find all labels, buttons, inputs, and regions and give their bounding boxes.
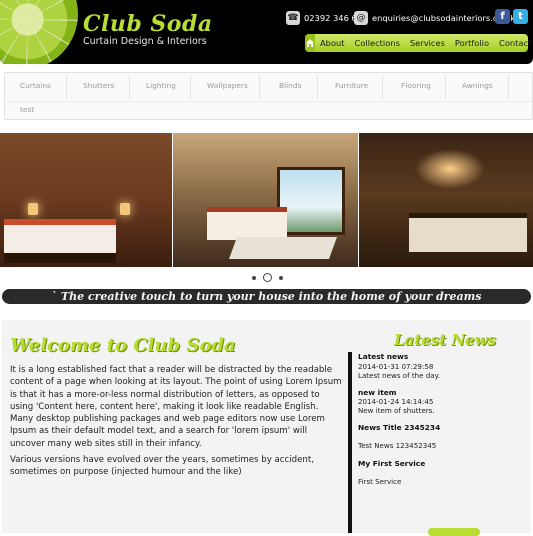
- lamp-graphic: [120, 203, 130, 215]
- twitter-icon[interactable]: t: [513, 9, 528, 24]
- more-button[interactable]: [428, 528, 480, 536]
- news-item-date: 2014-01-24 14:14:45: [358, 397, 434, 406]
- tagline-banner: ` The creative touch to turn your house …: [2, 289, 531, 304]
- lamp-graphic: [28, 203, 38, 215]
- slide-photo-bedroom-1: [0, 133, 172, 267]
- category-flooring[interactable]: Flooring: [401, 81, 431, 90]
- category-awnings[interactable]: Awnings: [462, 81, 493, 90]
- main-nav: About Collections Services Portfolio Con…: [305, 34, 531, 52]
- category-row-divider: [5, 101, 532, 102]
- category-separator: [317, 75, 318, 99]
- bed-base-graphic: [4, 253, 116, 263]
- news-item-text: New item of shutters.: [358, 406, 435, 415]
- logo-title[interactable]: Club Soda: [83, 11, 213, 37]
- email-icon: @: [354, 11, 368, 25]
- hero-slider[interactable]: [0, 133, 533, 267]
- welcome-paragraph: Various versions have evolved over the y…: [10, 455, 314, 478]
- news-item-heading[interactable]: My First Service: [358, 459, 425, 468]
- news-item-date: 2014-01-31 07:29:58: [358, 362, 434, 371]
- category-separator: [129, 75, 130, 99]
- category-curtains[interactable]: Curtains: [20, 81, 51, 90]
- phone-icon: ☎: [286, 11, 300, 25]
- category-separator: [382, 75, 383, 99]
- news-item-text: First Service: [358, 477, 402, 486]
- welcome-heading: Welcome to Club Soda: [10, 335, 236, 356]
- bed-graphic: [409, 213, 527, 252]
- category-separator: [445, 75, 446, 99]
- category-separator: [190, 75, 191, 99]
- category-separator: [66, 75, 67, 99]
- category-test[interactable]: test: [20, 105, 34, 114]
- slider-pagination: [252, 273, 283, 282]
- news-divider-bar: [348, 352, 352, 533]
- nav-contact[interactable]: Contact: [494, 38, 533, 48]
- welcome-paragraph: It is a long established fact that a rea…: [10, 365, 342, 449]
- news-item-text: Test News 123452345: [358, 441, 437, 450]
- category-wallpapers[interactable]: Wallpapers: [207, 81, 248, 90]
- rug-graphic: [228, 237, 338, 259]
- bed-graphic: [207, 207, 287, 240]
- category-shutters[interactable]: Shutters: [83, 81, 114, 90]
- category-separator: [508, 75, 509, 99]
- category-bar: Curtains Shutters Lighting Wallpapers Bl…: [4, 72, 533, 120]
- category-furniture[interactable]: Furniture: [335, 81, 368, 90]
- news-item-text: Latest news of the day.: [358, 371, 441, 380]
- nav-portfolio[interactable]: Portfolio: [450, 38, 494, 48]
- nav-collections[interactable]: Collections: [350, 38, 405, 48]
- slider-dot-active[interactable]: [263, 273, 272, 282]
- slide-photo-bedroom-3: [359, 133, 533, 267]
- nav-about[interactable]: About: [315, 38, 350, 48]
- latest-news-heading: Latest News: [394, 331, 496, 349]
- news-item-heading[interactable]: Latest news: [358, 352, 408, 361]
- slider-dot[interactable]: [279, 275, 283, 280]
- slider-dot[interactable]: [252, 275, 256, 280]
- category-lighting[interactable]: Lighting: [146, 81, 176, 90]
- category-separator: [259, 75, 260, 99]
- category-blinds[interactable]: Blinds: [279, 81, 301, 90]
- lime-logo-graphic: [0, 0, 78, 64]
- email-link[interactable]: enquiries@clubsodainteriors.co.uk: [372, 13, 515, 23]
- window-graphic: [277, 167, 345, 235]
- email-contact[interactable]: @ enquiries@clubsodainteriors.co.uk: [354, 10, 515, 26]
- nav-services[interactable]: Services: [405, 38, 450, 48]
- facebook-icon[interactable]: f: [495, 9, 510, 24]
- news-item-heading[interactable]: News Title 2345234: [358, 423, 440, 432]
- slide-photo-bedroom-2: [173, 133, 358, 267]
- site-header: Club Soda Curtain Design & Interiors ☎ 0…: [0, 0, 533, 64]
- ceiling-light-graphic: [415, 149, 485, 189]
- home-icon[interactable]: [305, 34, 315, 52]
- logo-subtitle: Curtain Design & Interiors: [83, 36, 207, 47]
- news-item-heading[interactable]: new item: [358, 388, 396, 397]
